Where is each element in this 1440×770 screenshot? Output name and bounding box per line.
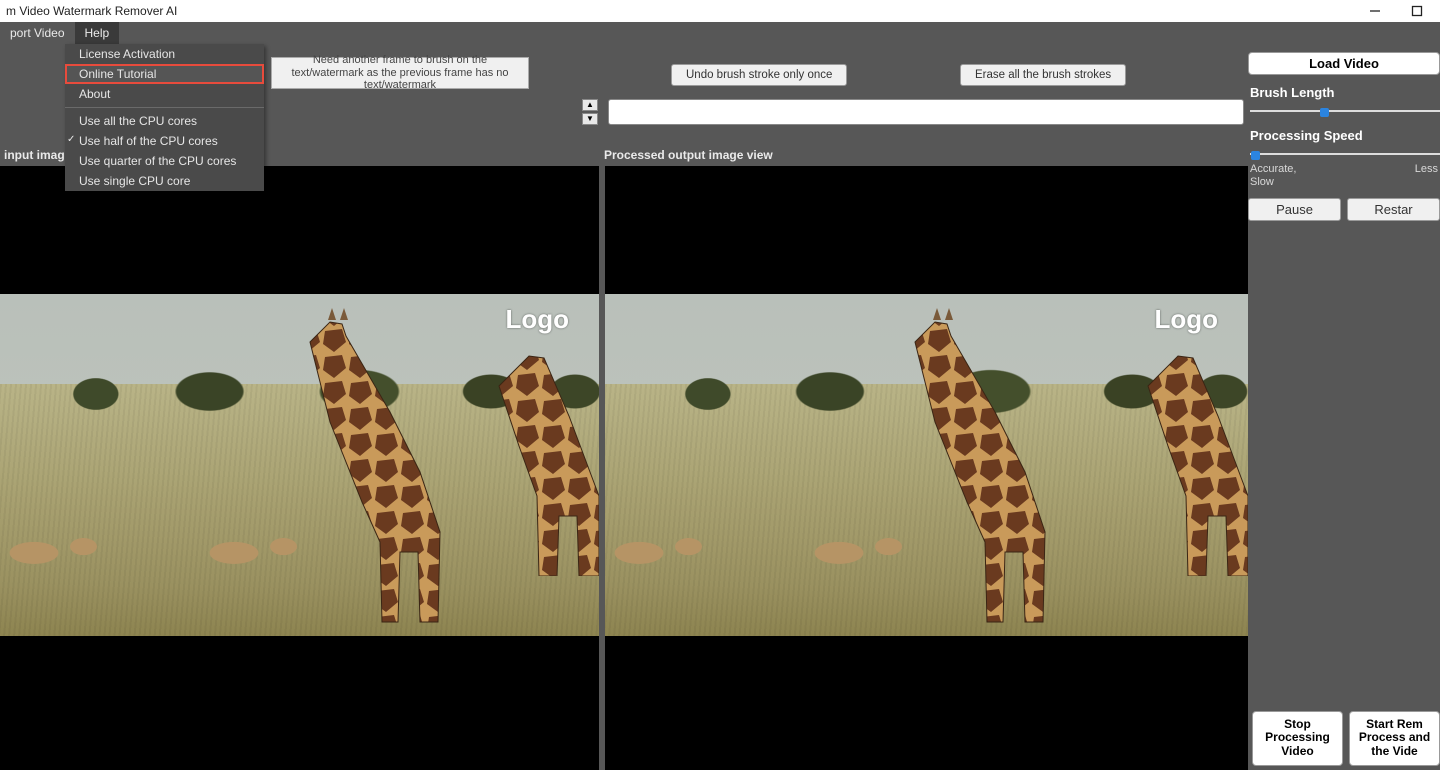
- menu-license-activation[interactable]: License Activation: [65, 44, 264, 64]
- maximize-icon[interactable]: [1410, 4, 1424, 18]
- stop-processing-button[interactable]: Stop Processing Video: [1252, 711, 1343, 766]
- undo-brush-button[interactable]: Undo brush stroke only once: [671, 64, 847, 86]
- image-panels: Logo: [0, 166, 1248, 770]
- menu-cpu-quarter[interactable]: Use quarter of the CPU cores: [65, 151, 264, 171]
- menu-bar: port Video Help License Activation Onlin…: [0, 22, 1440, 44]
- hint-tooltip: Need another frame to brush on the text/…: [271, 57, 529, 89]
- menu-online-tutorial[interactable]: Online Tutorial: [65, 64, 264, 84]
- input-image-panel[interactable]: Logo: [0, 166, 599, 770]
- erase-brush-button[interactable]: Erase all the brush strokes: [960, 64, 1126, 86]
- menu-about[interactable]: About: [65, 84, 264, 104]
- spinner-up-icon[interactable]: ▲: [582, 99, 598, 111]
- output-frame: Logo: [605, 294, 1248, 636]
- timeline-field[interactable]: [608, 99, 1244, 125]
- load-video-button[interactable]: Load Video: [1248, 52, 1440, 75]
- start-removal-button[interactable]: Start Rem Process and the Vide: [1349, 711, 1440, 766]
- processing-speed-label: Processing Speed: [1250, 128, 1440, 143]
- menu-export-video[interactable]: port Video: [0, 22, 75, 44]
- speed-left-label: Accurate, Slow: [1250, 163, 1296, 188]
- speed-right-label: Less: [1415, 163, 1438, 188]
- menu-separator: [65, 107, 264, 108]
- input-frame: Logo: [0, 294, 599, 636]
- spinner-down-icon[interactable]: ▼: [582, 113, 598, 125]
- watermark-overlay-output: Logo: [1154, 304, 1218, 335]
- help-dropdown: License Activation Online Tutorial About…: [65, 44, 264, 191]
- giraffe2-illustration: [489, 346, 599, 576]
- watermark-overlay: Logo: [505, 304, 569, 335]
- restart-button[interactable]: Restar: [1347, 198, 1440, 221]
- title-bar: m Video Watermark Remover AI: [0, 0, 1440, 22]
- frame-spinner[interactable]: ▲ ▼: [582, 99, 598, 125]
- minimize-icon[interactable]: [1368, 4, 1382, 18]
- menu-cpu-half[interactable]: Use half of the CPU cores: [65, 131, 264, 151]
- brush-length-slider[interactable]: [1250, 104, 1440, 118]
- sidebar: Load Video Brush Length Processing Speed…: [1248, 44, 1440, 770]
- window-title: m Video Watermark Remover AI: [6, 4, 177, 18]
- menu-help[interactable]: Help: [75, 22, 120, 44]
- brush-length-label: Brush Length: [1250, 85, 1440, 100]
- processing-speed-slider[interactable]: [1250, 147, 1440, 161]
- menu-cpu-all[interactable]: Use all the CPU cores: [65, 111, 264, 131]
- menu-cpu-single[interactable]: Use single CPU core: [65, 171, 264, 191]
- pause-button[interactable]: Pause: [1248, 198, 1341, 221]
- output-panel-label: Processed output image view: [600, 148, 1248, 162]
- output-image-panel[interactable]: Logo: [605, 166, 1248, 770]
